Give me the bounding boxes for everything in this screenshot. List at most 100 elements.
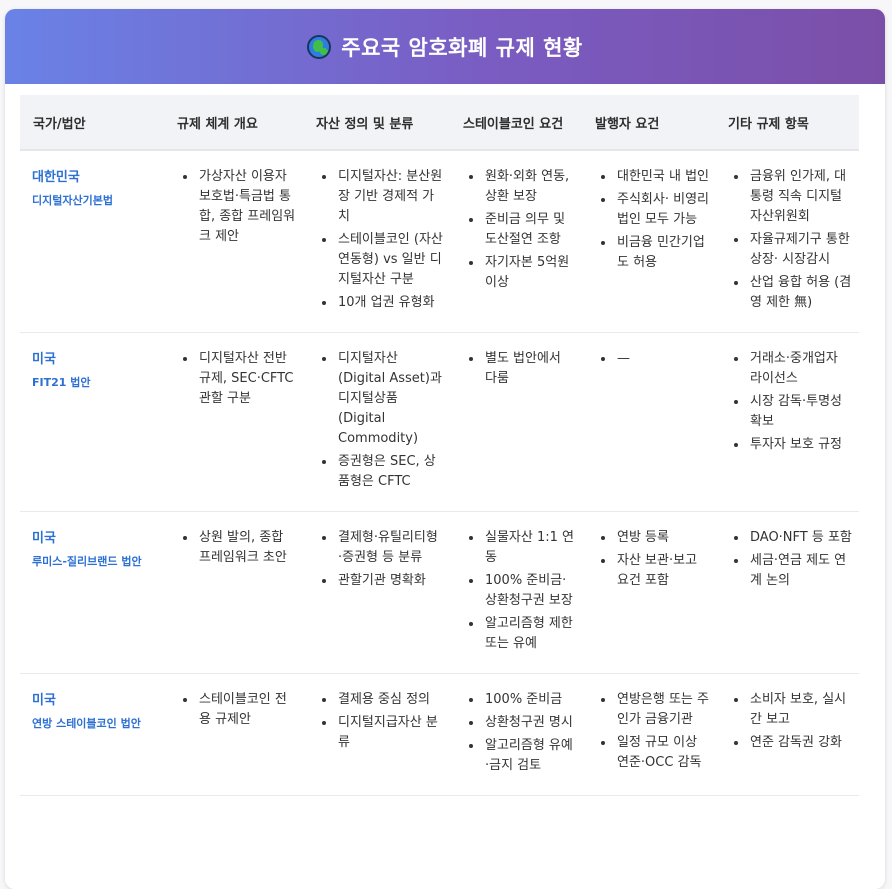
list-item: 산업 융합 허용 (겸영 제한 無)	[748, 273, 853, 313]
bullet-list: 별도 법안에서 다룸	[463, 349, 576, 389]
bullet-list: 원화·외화 연동, 상환 보장준비금 의무 및 도산절연 조항자기자본 5억원 …	[463, 167, 576, 293]
list-item: 상환청구권 명시	[483, 713, 576, 733]
stablecoin-cell: 100% 준비금상환청구권 명시알고리즘형 유예·금지 검토	[450, 673, 582, 796]
bullet-list: 결제용 중심 정의디지털지급자산 분류	[316, 690, 444, 753]
bullet-list: 연방은행 또는 주 인가 금융기관일정 규모 이상 연준·OCC 감독	[595, 690, 709, 773]
bullet-list: 대한민국 내 법인주식회사· 비영리법인 모두 가능비금융 민간기업도 허용	[595, 167, 709, 273]
list-item: 10개 업권 유형화	[336, 293, 444, 313]
table-row: 미국루미스-질리브랜드 법안 상원 발의, 종합 프레임워크 초안 결제형·유틸리티…	[20, 511, 859, 674]
list-item: 연준 감독권 강화	[748, 733, 853, 753]
country-cell: 미국연방 스테이블코인 법안	[20, 673, 164, 796]
column-header-asset-definition: 자산 정의 및 분류	[303, 95, 450, 151]
asset-definition-cell: 결제형·유틸리티형 ·증권형 등 분류관할기관 명확화	[303, 511, 450, 674]
bullet-list: DAO·NFT 등 포함세금·연금 제도 연계 논의	[728, 528, 853, 591]
list-item: 결제용 중심 정의	[336, 690, 444, 710]
country-name: 미국	[32, 352, 56, 367]
globe-icon	[307, 34, 332, 59]
bullet-list: 실물자산 1:1 연동100% 준비금· 상환청구권 보장알고리즘형 제한 또는…	[463, 528, 576, 654]
bullet-list: 소비자 보호, 실시간 보고연준 감독권 강화	[728, 690, 853, 753]
bullet-list: 디지털자산: 분산원장 기반 경제적 가치스테이블코인 (자산연동형) vs 일…	[316, 167, 444, 313]
law-name: 루미스-질리브랜드 법안	[32, 555, 142, 568]
column-header-country: 국가/법안	[20, 95, 164, 151]
bullet-list: 디지털자산 전반 규제, SEC·CFTC 관할 구분	[177, 349, 297, 409]
table-row: 미국연방 스테이블코인 법안 스테이블코인 전용 규제안 결제용 중심 정의디지털지…	[20, 673, 859, 796]
issuer-cell: —	[582, 332, 715, 512]
list-item: 스테이블코인 전용 규제안	[197, 690, 297, 730]
column-header-issuer: 발행자 요건	[582, 95, 715, 151]
other-cell: DAO·NFT 등 포함세금·연금 제도 연계 논의	[715, 511, 859, 674]
bullet-list: 스테이블코인 전용 규제안	[177, 690, 297, 730]
table-header-row: 국가/법안 규제 체계 개요 자산 정의 및 분류 스테이블코인 요건 발행자 …	[20, 95, 859, 151]
list-item: 결제형·유틸리티형 ·증권형 등 분류	[336, 528, 444, 568]
issuer-cell: 연방은행 또는 주 인가 금융기관일정 규모 이상 연준·OCC 감독	[582, 673, 715, 796]
bullet-list: 상원 발의, 종합 프레임워크 초안	[177, 528, 297, 568]
list-item: 증권형은 SEC, 상품형은 CFTC	[336, 452, 444, 492]
list-item: 상원 발의, 종합 프레임워크 초안	[197, 528, 297, 568]
overview-cell: 디지털자산 전반 규제, SEC·CFTC 관할 구분	[164, 332, 303, 512]
list-item: 100% 준비금	[483, 690, 576, 710]
country-name: 미국	[32, 693, 56, 708]
issuer-cell: 대한민국 내 법인주식회사· 비영리법인 모두 가능비금융 민간기업도 허용	[582, 150, 715, 333]
table-row: 대한민국디지털자산기본법 가상자산 이용자보호법·특금법 통합, 종합 프레임워크…	[20, 150, 859, 333]
regulation-table: 국가/법안 규제 체계 개요 자산 정의 및 분류 스테이블코인 요건 발행자 …	[20, 95, 859, 796]
card-header: 주요국 암호화폐 규제 현황	[5, 9, 885, 84]
overview-cell: 스테이블코인 전용 규제안	[164, 673, 303, 796]
list-item: DAO·NFT 등 포함	[748, 528, 853, 548]
asset-definition-cell: 디지털자산: 분산원장 기반 경제적 가치스테이블코인 (자산연동형) vs 일…	[303, 150, 450, 333]
stablecoin-cell: 원화·외화 연동, 상환 보장준비금 의무 및 도산절연 조항자기자본 5억원 …	[450, 150, 582, 333]
asset-definition-cell: 결제용 중심 정의디지털지급자산 분류	[303, 673, 450, 796]
country-cell: 미국 FIT21 법안	[20, 332, 164, 512]
other-cell: 소비자 보호, 실시간 보고연준 감독권 강화	[715, 673, 859, 796]
list-item: 연방은행 또는 주 인가 금융기관	[615, 690, 709, 730]
list-item: 거래소·중개업자 라이선스	[748, 349, 853, 389]
list-item: 투자자 보호 규정	[748, 435, 853, 455]
bullet-list: 연방 등록자산 보관·보고 요건 포함	[595, 528, 709, 591]
list-item: 디지털자산 (Digital Asset)과 디지털상품 (Digital Co…	[336, 349, 444, 449]
bullet-list: 디지털자산 (Digital Asset)과 디지털상품 (Digital Co…	[316, 349, 444, 492]
list-item: 연방 등록	[615, 528, 709, 548]
law-name: 연방 스테이블코인 법안	[32, 717, 141, 730]
list-item: 준비금 의무 및 도산절연 조항	[483, 210, 576, 250]
bullet-list: 거래소·중개업자 라이선스시장 감독·투명성 확보투자자 보호 규정	[728, 349, 853, 455]
bullet-list: 금융위 인가제, 대통령 직속 디지털자산위원회자율규제기구 통한 상장· 시장…	[728, 167, 853, 313]
list-item: 100% 준비금· 상환청구권 보장	[483, 571, 576, 611]
list-item: 자율규제기구 통한 상장· 시장감시	[748, 230, 853, 270]
country-cell: 대한민국디지털자산기본법	[20, 150, 164, 333]
overview-cell: 상원 발의, 종합 프레임워크 초안	[164, 511, 303, 674]
country-name: 미국	[32, 531, 56, 546]
list-item: 시장 감독·투명성 확보	[748, 392, 853, 432]
table-row: 미국 FIT21 법안 디지털자산 전반 규제, SEC·CFTC 관할 구분 디지털…	[20, 332, 859, 512]
bullet-list: 결제형·유틸리티형 ·증권형 등 분류관할기관 명확화	[316, 528, 444, 591]
list-item: 주식회사· 비영리법인 모두 가능	[615, 190, 709, 230]
country-name: 대한민국	[32, 170, 80, 185]
bullet-list: 가상자산 이용자보호법·특금법 통합, 종합 프레임워크 제안	[177, 167, 297, 247]
list-item: 스테이블코인 (자산연동형) vs 일반 디지털자산 구분	[336, 230, 444, 290]
list-item: 디지털자산 전반 규제, SEC·CFTC 관할 구분	[197, 349, 297, 409]
law-name: 디지털자산기본법	[32, 194, 113, 207]
list-item: 일정 규모 이상 연준·OCC 감독	[615, 733, 709, 773]
issuer-cell: 연방 등록자산 보관·보고 요건 포함	[582, 511, 715, 674]
column-header-other: 기타 규제 항목	[715, 95, 859, 151]
list-item: 소비자 보호, 실시간 보고	[748, 690, 853, 730]
list-item: 비금융 민간기업도 허용	[615, 233, 709, 273]
asset-definition-cell: 디지털자산 (Digital Asset)과 디지털상품 (Digital Co…	[303, 332, 450, 512]
stablecoin-cell: 실물자산 1:1 연동100% 준비금· 상환청구권 보장알고리즘형 제한 또는…	[450, 511, 582, 674]
bullet-list: 100% 준비금상환청구권 명시알고리즘형 유예·금지 검토	[463, 690, 576, 776]
list-item: 별도 법안에서 다룸	[483, 349, 576, 389]
overview-cell: 가상자산 이용자보호법·특금법 통합, 종합 프레임워크 제안	[164, 150, 303, 333]
list-item: 알고리즘형 유예·금지 검토	[483, 736, 576, 776]
list-item: 실물자산 1:1 연동	[483, 528, 576, 568]
column-header-stablecoin: 스테이블코인 요건	[450, 95, 582, 151]
list-item: 디지털지급자산 분류	[336, 713, 444, 753]
list-item: 금융위 인가제, 대통령 직속 디지털자산위원회	[748, 167, 853, 227]
stablecoin-cell: 별도 법안에서 다룸	[450, 332, 582, 512]
list-item: —	[615, 349, 709, 369]
list-item: 자기자본 5억원 이상	[483, 253, 576, 293]
other-cell: 금융위 인가제, 대통령 직속 디지털자산위원회자율규제기구 통한 상장· 시장…	[715, 150, 859, 333]
list-item: 디지털자산: 분산원장 기반 경제적 가치	[336, 167, 444, 227]
list-item: 자산 보관·보고 요건 포함	[615, 551, 709, 591]
list-item: 알고리즘형 제한 또는 유예	[483, 614, 576, 654]
list-item: 가상자산 이용자보호법·특금법 통합, 종합 프레임워크 제안	[197, 167, 297, 247]
other-cell: 거래소·중개업자 라이선스시장 감독·투명성 확보투자자 보호 규정	[715, 332, 859, 512]
law-name: FIT21 법안	[32, 376, 91, 389]
